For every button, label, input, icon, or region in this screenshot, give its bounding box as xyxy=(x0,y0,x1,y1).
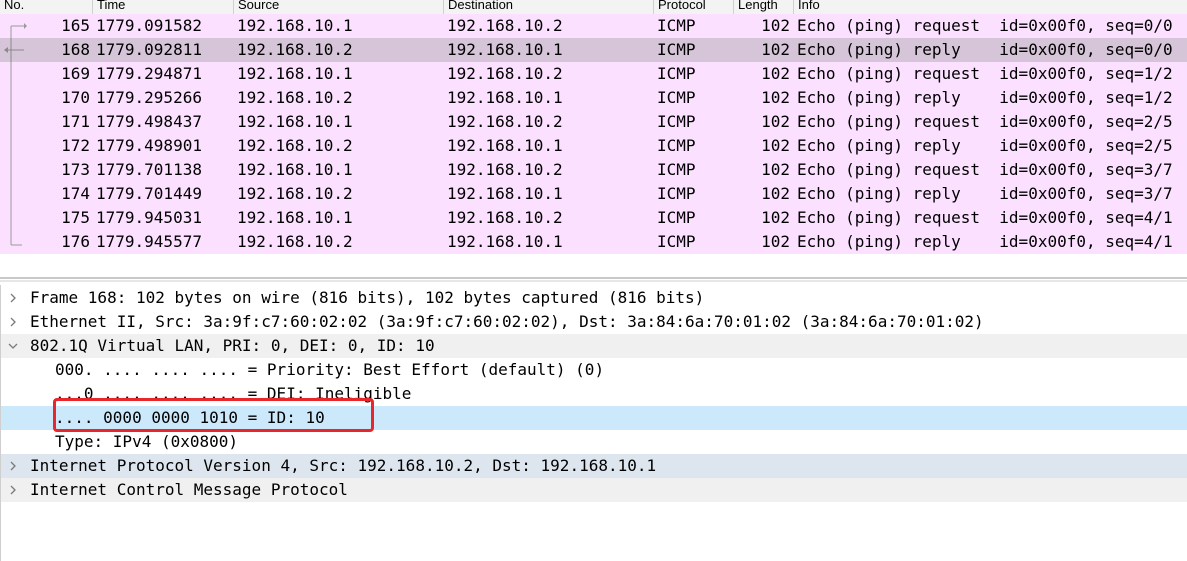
column-header-time[interactable]: Time xyxy=(92,0,237,14)
packet-row[interactable]: 173 1779.701138 192.168.10.1 192.168.10.2 IC… xyxy=(0,158,1187,182)
packet-info: Echo (ping) request id=0x00f0, seq=4/1 xyxy=(797,208,1173,227)
column-header-no[interactable]: No. xyxy=(0,0,94,14)
packet-info: Echo (ping) reply id=0x00f0, seq=3/7 xyxy=(797,184,1173,203)
detail-text: Ethernet II, Src: 3a:9f:c7:60:02:02 (3a:… xyxy=(30,312,984,331)
packet-row[interactable]: 168 1779.092811 192.168.10.2 192.168.10.1 IC… xyxy=(0,38,1187,62)
packet-row[interactable]: 170 1779.295266 192.168.10.2 192.168.10.1 IC… xyxy=(0,86,1187,110)
packet-length: 102 xyxy=(761,232,790,251)
packet-length: 102 xyxy=(761,160,790,179)
detail-text: Frame 168: 102 bytes on wire (816 bits),… xyxy=(30,288,705,307)
pane-divider-shadow xyxy=(0,280,1187,282)
packet-row[interactable]: 165 1779.091582 192.168.10.1 192.168.10.2 IC… xyxy=(0,14,1187,38)
packet-info: Echo (ping) request id=0x00f0, seq=1/2 xyxy=(797,64,1173,83)
packet-row[interactable]: 175 1779.945031 192.168.10.1 192.168.10.2 IC… xyxy=(0,206,1187,230)
highlight-annotation-box xyxy=(53,398,374,432)
packet-row[interactable]: 171 1779.498437 192.168.10.1 192.168.10.2 IC… xyxy=(0,110,1187,134)
detail-field-row[interactable]: 000. .... .... .... = Priority: Best Eff… xyxy=(1,358,1187,382)
pane-divider[interactable] xyxy=(0,277,1187,279)
packet-length: 102 xyxy=(761,136,790,155)
detail-section-row[interactable]: Internet Protocol Version 4, Src: 192.16… xyxy=(1,454,1187,478)
packet-row[interactable]: 172 1779.498901 192.168.10.2 192.168.10.1 IC… xyxy=(0,134,1187,158)
packet-length: 102 xyxy=(761,184,790,203)
packet-row[interactable]: 176 1779.945577 192.168.10.2 192.168.10.1 IC… xyxy=(0,230,1187,254)
packet-length: 102 xyxy=(761,40,790,59)
column-header-info[interactable]: Info xyxy=(793,0,1187,14)
column-header-destination[interactable]: Destination xyxy=(443,0,656,14)
packet-info: Echo (ping) reply id=0x00f0, seq=1/2 xyxy=(797,88,1173,107)
detail-section-row[interactable]: Ethernet II, Src: 3a:9f:c7:60:02:02 (3a:… xyxy=(1,310,1187,334)
packet-info: Echo (ping) request id=0x00f0, seq=3/7 xyxy=(797,160,1173,179)
packet-list[interactable]: 165 1779.091582 192.168.10.1 192.168.10.2 IC… xyxy=(0,14,1187,254)
packet-row[interactable]: 174 1779.701449 192.168.10.2 192.168.10.1 IC… xyxy=(0,182,1187,206)
packet-length: 102 xyxy=(761,16,790,35)
packet-info: Echo (ping) request id=0x00f0, seq=0/0 xyxy=(797,16,1173,35)
detail-text: Internet Protocol Version 4, Src: 192.16… xyxy=(30,456,657,475)
packet-list-header: No. Time Source Destination Protocol Len… xyxy=(0,0,1187,15)
column-header-length[interactable]: Length xyxy=(733,0,796,14)
packet-length: 102 xyxy=(761,88,790,107)
packet-row[interactable]: 169 1779.294871 192.168.10.1 192.168.10.2 IC… xyxy=(0,62,1187,86)
detail-text: Type: IPv4 (0x0800) xyxy=(55,432,239,451)
packet-length: 102 xyxy=(761,208,790,227)
packet-info: Echo (ping) request id=0x00f0, seq=2/5 xyxy=(797,112,1173,131)
chevron-right-icon[interactable] xyxy=(7,478,19,510)
detail-text: Internet Control Message Protocol xyxy=(30,480,348,499)
detail-section-row[interactable]: Internet Control Message Protocol xyxy=(1,478,1187,502)
packet-info: Echo (ping) reply id=0x00f0, seq=4/1 xyxy=(797,232,1173,251)
column-header-source[interactable]: Source xyxy=(233,0,446,14)
packet-info: Echo (ping) reply id=0x00f0, seq=0/0 xyxy=(797,40,1173,59)
column-header-protocol[interactable]: Protocol xyxy=(653,0,736,14)
detail-section-row[interactable]: Frame 168: 102 bytes on wire (816 bits),… xyxy=(1,286,1187,310)
packet-length: 102 xyxy=(761,64,790,83)
detail-text: 802.1Q Virtual LAN, PRI: 0, DEI: 0, ID: … xyxy=(30,336,435,355)
detail-text: 000. .... .... .... = Priority: Best Eff… xyxy=(55,360,605,379)
packet-info: Echo (ping) reply id=0x00f0, seq=2/5 xyxy=(797,136,1173,155)
detail-field-row[interactable]: Type: IPv4 (0x0800) xyxy=(1,430,1187,454)
detail-section-row[interactable]: 802.1Q Virtual LAN, PRI: 0, DEI: 0, ID: … xyxy=(1,334,1187,358)
packet-length: 102 xyxy=(761,112,790,131)
